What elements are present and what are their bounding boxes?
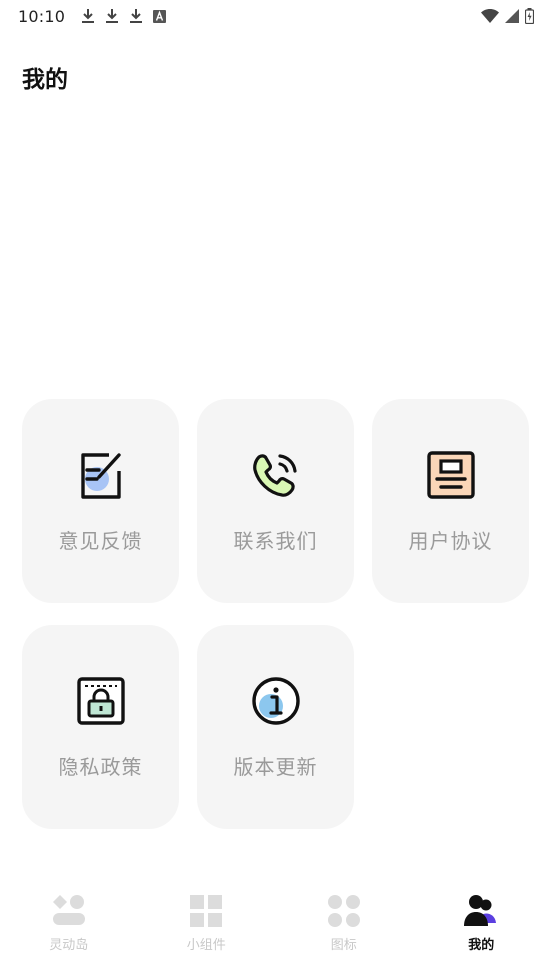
tab-icons[interactable]: 图标: [275, 880, 413, 979]
wifi-icon: [481, 9, 499, 23]
privacy-lock-icon: [75, 675, 127, 727]
bottom-nav: 灵动岛 小组件 图标 我的: [0, 880, 550, 979]
privacy-card[interactable]: 隐私政策: [22, 625, 179, 829]
tab-label: 小组件: [186, 938, 226, 953]
privacy-label: 隐私政策: [58, 755, 143, 779]
dynamic-island-icon: [51, 893, 87, 929]
feedback-edit-icon: [75, 449, 127, 501]
tab-mine[interactable]: 我的: [413, 880, 550, 979]
icons-dots-icon: [326, 893, 362, 929]
signal-icon: [505, 9, 519, 23]
tab-dynamic-island[interactable]: 灵动岛: [0, 880, 138, 979]
tab-label: 图标: [330, 938, 357, 953]
profile-users-icon: [463, 893, 499, 929]
menu-grid: 意见反馈 联系我们 用户协议 隐私政策 版本更新: [22, 399, 529, 829]
download-icon: [81, 8, 95, 24]
agreement-card[interactable]: 用户协议: [372, 399, 529, 603]
phone-call-icon: [250, 449, 302, 501]
update-card[interactable]: 版本更新: [197, 625, 354, 829]
update-label: 版本更新: [233, 755, 318, 779]
download-icon: [105, 8, 119, 24]
contact-label: 联系我们: [233, 529, 318, 553]
widgets-grid-icon: [188, 893, 224, 929]
status-left: 10:10: [18, 6, 167, 26]
status-bar: 10:10: [0, 0, 550, 32]
status-time: 10:10: [18, 6, 66, 26]
download-icon: [129, 8, 143, 24]
tab-label: 我的: [468, 938, 495, 953]
page-title: 我的: [22, 67, 68, 93]
contact-card[interactable]: 联系我们: [197, 399, 354, 603]
info-icon: [250, 675, 302, 727]
document-agreement-icon: [425, 449, 477, 501]
font-badge-icon: [153, 9, 167, 23]
agreement-label: 用户协议: [408, 529, 493, 553]
status-right: [481, 8, 534, 24]
tab-widgets[interactable]: 小组件: [138, 880, 276, 979]
tab-label: 灵动岛: [49, 938, 89, 953]
feedback-label: 意见反馈: [58, 529, 143, 553]
battery-icon: [525, 8, 534, 24]
feedback-card[interactable]: 意见反馈: [22, 399, 179, 603]
